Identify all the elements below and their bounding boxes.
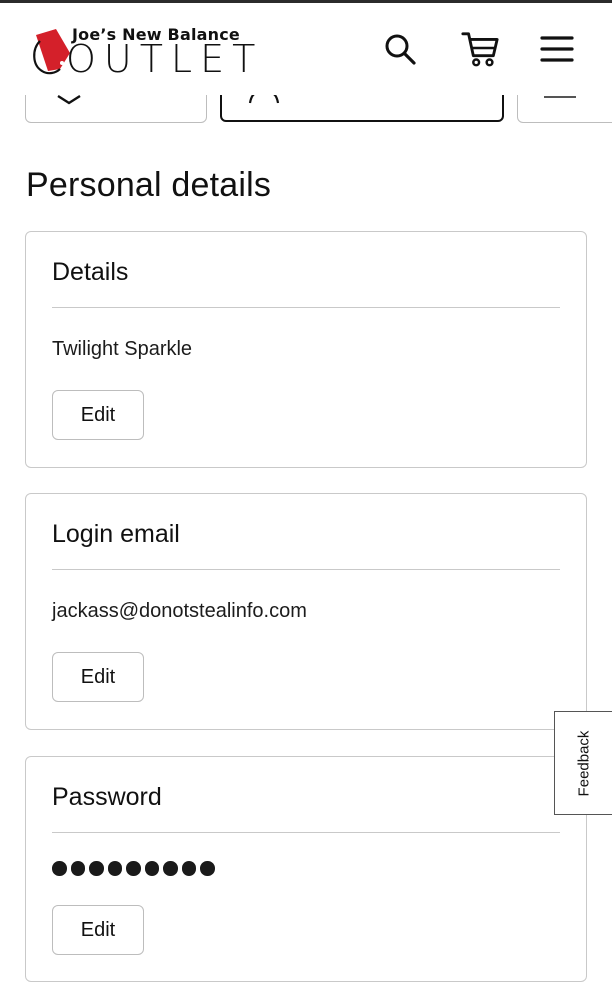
edit-password-button[interactable]: Edit (52, 905, 144, 955)
search-icon[interactable] (380, 29, 420, 69)
details-card: Details Twilight Sparkle Edit (25, 231, 587, 468)
password-dot (107, 861, 122, 876)
password-dot (163, 861, 178, 876)
details-name-value: Twilight Sparkle (52, 338, 193, 360)
password-dot (70, 861, 85, 876)
account-tab[interactable] (25, 95, 207, 123)
page-title: Personal details (26, 166, 272, 204)
login-email-heading: Login email (52, 520, 180, 548)
password-card: Password Edit (25, 756, 587, 982)
password-dot (181, 861, 196, 876)
site-header: Joe’s New Balance OUTLET (0, 3, 612, 95)
divider (52, 832, 560, 833)
tab-glyph-icon (544, 96, 576, 98)
password-dot (126, 861, 141, 876)
login-email-card: Login email jackass@donotstealinfo.com E… (25, 493, 587, 730)
login-email-value: jackass@donotstealinfo.com (52, 600, 307, 622)
account-tabs (0, 95, 612, 127)
menu-icon[interactable] (537, 29, 577, 69)
edit-details-button[interactable]: Edit (52, 390, 144, 440)
edit-login-email-button[interactable]: Edit (52, 652, 144, 702)
site-logo[interactable]: Joe’s New Balance OUTLET (30, 23, 255, 81)
divider (52, 307, 560, 308)
logo-text-bottom: OUTLET (66, 37, 264, 81)
password-heading: Password (52, 783, 162, 811)
cart-icon[interactable] (460, 29, 500, 69)
password-dot (144, 861, 159, 876)
password-masked-value (52, 861, 215, 876)
password-dot (89, 861, 104, 876)
password-dot (52, 861, 67, 876)
account-tab[interactable] (517, 95, 612, 123)
person-icon (248, 95, 280, 104)
feedback-label: Feedback (575, 730, 592, 796)
details-heading: Details (52, 258, 129, 286)
password-dot (200, 861, 215, 876)
chevron-down-icon (57, 95, 81, 105)
feedback-tab[interactable]: Feedback (554, 711, 612, 815)
divider (52, 569, 560, 570)
account-tab-active[interactable] (220, 95, 504, 122)
